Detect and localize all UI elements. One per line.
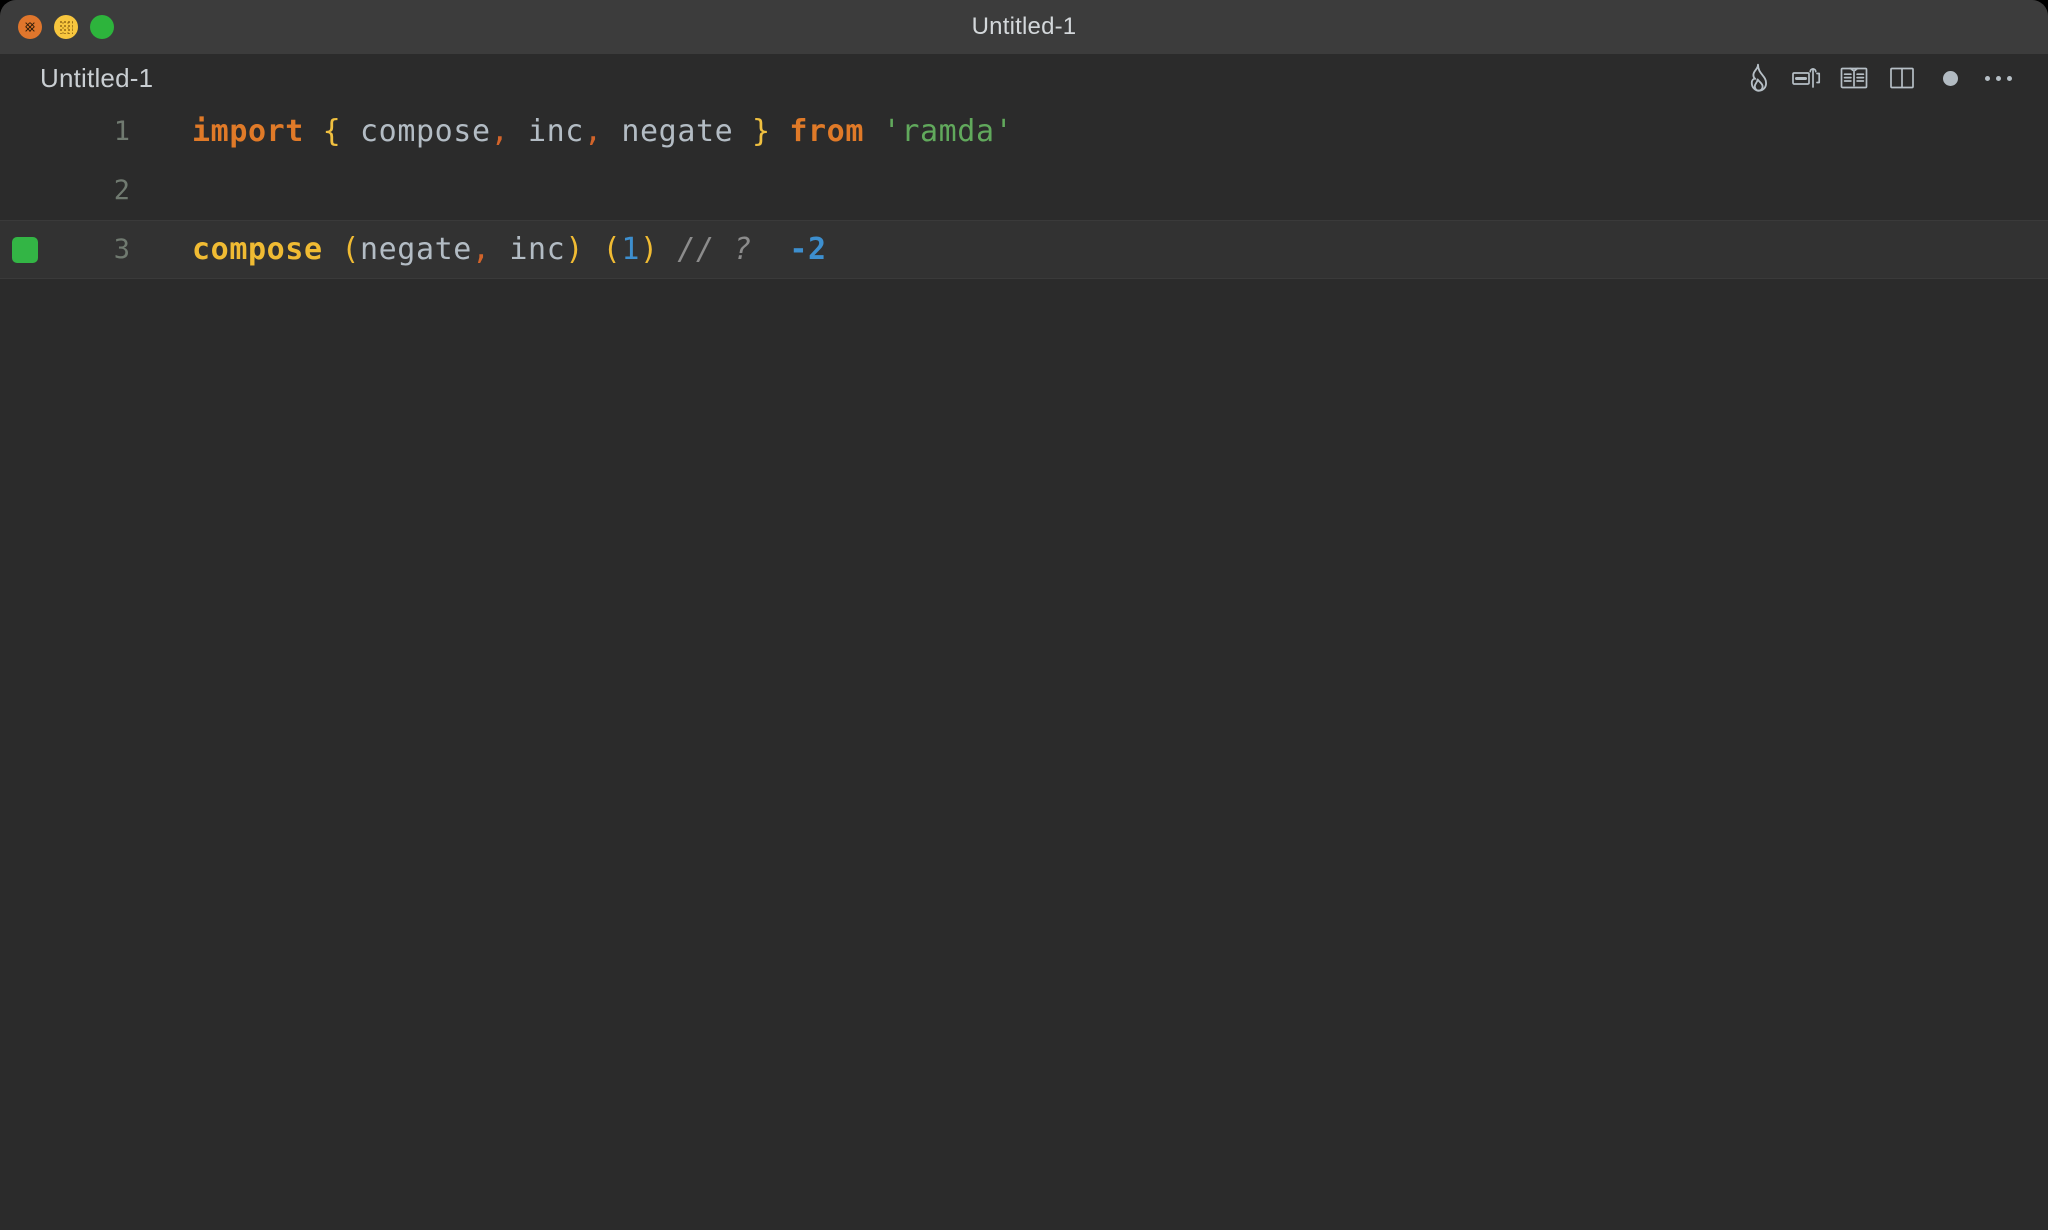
- code-line-2[interactable]: 2: [0, 161, 2048, 220]
- window-titlebar: Untitled-1: [0, 0, 2048, 54]
- ellipsis-glyph: [1984, 75, 2012, 81]
- token-paren: (: [341, 232, 360, 267]
- token-punct: ,: [471, 232, 491, 267]
- code-line-3[interactable]: 3 compose (negate, inc) (1) // ? -2: [0, 220, 2048, 279]
- editor-window: Untitled-1 Untitled-1 1 import {compose…: [0, 0, 2048, 1230]
- maximize-window-button[interactable]: [90, 15, 114, 39]
- token-paren: ): [640, 232, 659, 267]
- token-ident: negate: [359, 232, 472, 267]
- open-book-icon[interactable]: [1830, 56, 1878, 100]
- more-actions-icon[interactable]: [1974, 56, 2022, 100]
- editor-toolbar: [1734, 54, 2022, 102]
- split-editor-icon[interactable]: [1878, 56, 1926, 100]
- code-line-content[interactable]: compose (negate, inc) (1) // ? -2: [192, 232, 827, 267]
- code-line-1[interactable]: 1 import { compose, inc, negate } from '…: [0, 102, 2048, 161]
- token-comment: ?: [733, 232, 753, 267]
- quokka-flame-icon[interactable]: [1734, 56, 1782, 100]
- token-keyword: import: [192, 114, 304, 149]
- token-brace: }: [751, 114, 771, 149]
- unsaved-dot-icon[interactable]: [1926, 56, 1974, 100]
- token-punct: ,: [490, 114, 510, 149]
- token-ident: inc: [509, 232, 566, 267]
- token-ident: negate: [621, 114, 734, 149]
- line-number: 1: [113, 116, 130, 147]
- token-string: 'ramda': [882, 114, 1014, 149]
- code-line-content[interactable]: import { compose, inc, negate } from 'ra…: [192, 114, 1013, 149]
- minimize-window-button[interactable]: [54, 15, 78, 39]
- code-editor[interactable]: 1 import { compose, inc, negate } from '…: [0, 102, 2048, 1230]
- token-paren: ): [565, 232, 584, 267]
- token-comment: //: [677, 232, 715, 267]
- line-number: 3: [113, 234, 130, 265]
- token-number: 1: [621, 232, 640, 267]
- token-brace: {: [322, 114, 342, 149]
- token-ident: compose: [360, 114, 491, 149]
- close-window-button[interactable]: [18, 15, 42, 39]
- window-title: Untitled-1: [971, 13, 1077, 40]
- code-snippet-icon[interactable]: [1782, 56, 1830, 100]
- line-number: 2: [113, 175, 130, 206]
- token-keyword: from: [789, 114, 864, 149]
- unsaved-indicator: [1942, 70, 1958, 86]
- window-controls: [18, 0, 114, 54]
- tab-untitled-1[interactable]: Untitled-1: [36, 61, 157, 96]
- token-result: -2: [789, 232, 827, 267]
- token-paren: (: [602, 232, 622, 267]
- tab-strip: Untitled-1: [0, 54, 2048, 102]
- token-ident: inc: [527, 114, 584, 149]
- token-func: compose: [192, 232, 323, 267]
- token-punct: ,: [583, 114, 603, 149]
